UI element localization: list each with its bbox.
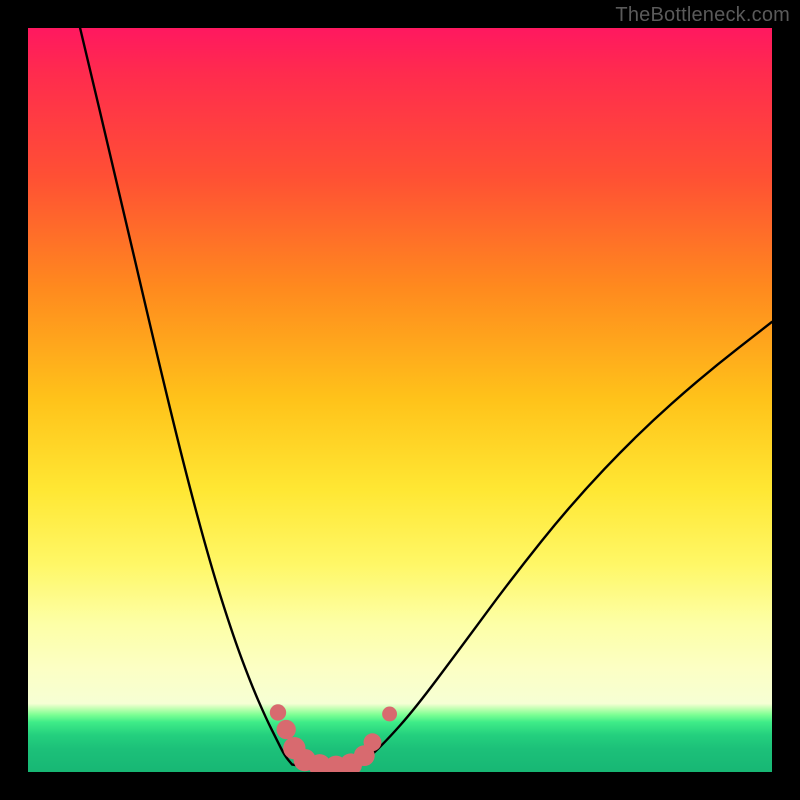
highlight-dot xyxy=(364,733,382,751)
highlight-dot xyxy=(382,707,397,722)
chart-svg xyxy=(28,28,772,772)
highlight-dot xyxy=(270,704,286,720)
plot-area xyxy=(28,28,772,772)
bottleneck-curve xyxy=(80,28,772,769)
frame: TheBottleneck.com xyxy=(0,0,800,800)
watermark-text: TheBottleneck.com xyxy=(615,4,790,27)
highlight-dot xyxy=(277,720,296,739)
